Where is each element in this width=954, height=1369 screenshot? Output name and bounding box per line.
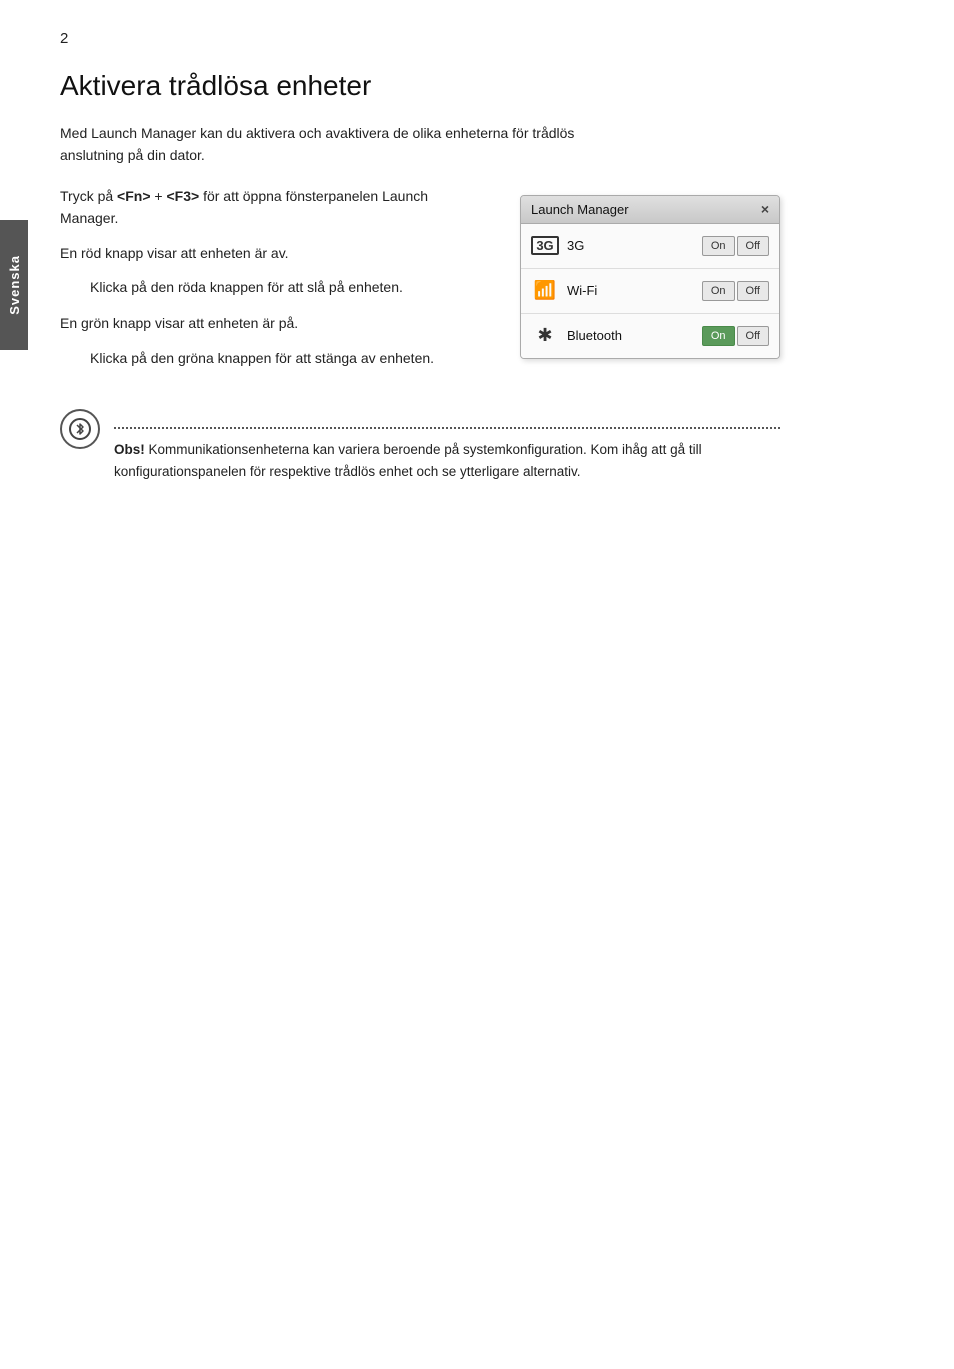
step2-text: En röd knapp visar att enheten är av.	[60, 242, 490, 264]
device-row-wifi: 📶 Wi-Fi On Off	[521, 269, 779, 314]
device-name-bluetooth: Bluetooth	[567, 328, 694, 343]
device-row-bluetooth: ✱ Bluetooth On Off	[521, 314, 779, 358]
3g-off-button[interactable]: Off	[737, 236, 769, 256]
page-title: Aktivera trådlösa enheter	[60, 70, 904, 102]
device-row-3g: 3G 3G On Off	[521, 224, 779, 269]
step2-indent-text: Klicka på den röda knappen för att slå p…	[90, 276, 490, 298]
launch-manager-header: Launch Manager ×	[521, 196, 779, 224]
step3-text: En grön knapp visar att enheten är på.	[60, 312, 490, 334]
intro-paragraph: Med Launch Manager kan du aktivera och a…	[60, 122, 620, 167]
launch-manager-close-button[interactable]: ×	[761, 202, 769, 216]
wifi-icon: 📶	[531, 277, 559, 305]
bluetooth-on-button[interactable]: On	[702, 326, 735, 346]
note-text-content: Kommunikationsenheterna kan variera bero…	[114, 442, 702, 479]
key-fn: <Fn>	[117, 188, 150, 204]
3g-on-button[interactable]: On	[702, 236, 735, 256]
bluetooth-toggle-buttons: On Off	[702, 326, 769, 346]
key-f3: <F3>	[166, 188, 199, 204]
3g-toggle-buttons: On Off	[702, 236, 769, 256]
page-number: 2	[60, 30, 68, 47]
note-dotted-line	[114, 427, 780, 429]
wifi-off-button[interactable]: Off	[737, 281, 769, 301]
sidebar-label: Svenska	[7, 255, 22, 315]
sidebar-tab: Svenska	[0, 220, 28, 350]
bluetooth-icon: ✱	[531, 322, 559, 350]
wifi-on-button[interactable]: On	[702, 281, 735, 301]
launch-manager-title: Launch Manager	[531, 202, 629, 217]
3g-icon: 3G	[531, 232, 559, 260]
device-name-3g: 3G	[567, 238, 694, 253]
device-name-wifi: Wi-Fi	[567, 283, 694, 298]
step3-indent-text: Klicka på den gröna knappen för att stän…	[90, 347, 490, 369]
note-icon	[60, 409, 100, 449]
step1-text: Tryck på <Fn> + <F3> för att öppna fönst…	[60, 185, 490, 230]
launch-manager-dialog: Launch Manager × 3G 3G On Off 📶 Wi-Fi	[520, 195, 780, 359]
note-paragraph: Obs! Kommunikationsenheterna kan variera…	[114, 439, 774, 482]
content-area: Tryck på <Fn> + <F3> för att öppna fönst…	[60, 185, 904, 383]
note-bold-label: Obs!	[114, 442, 145, 457]
text-column: Tryck på <Fn> + <F3> för att öppna fönst…	[60, 185, 490, 383]
bluetooth-off-button[interactable]: Off	[737, 326, 769, 346]
wifi-toggle-buttons: On Off	[702, 281, 769, 301]
